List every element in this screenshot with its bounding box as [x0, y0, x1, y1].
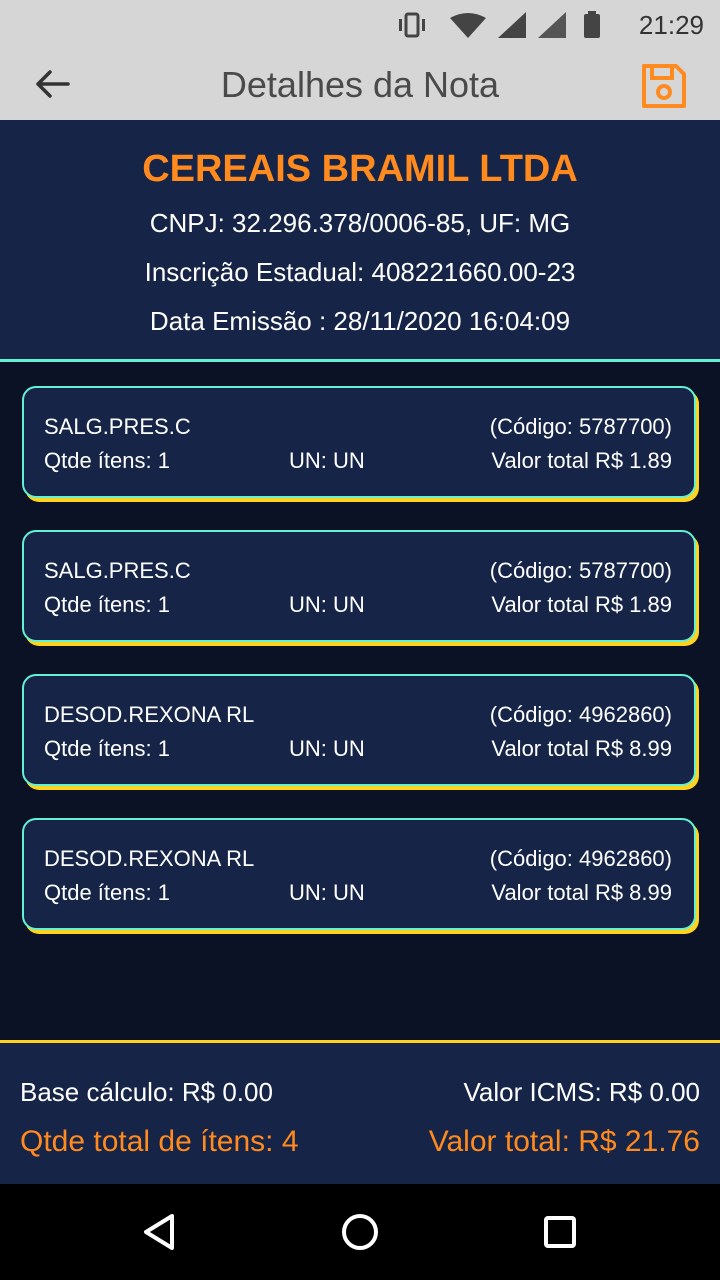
item-quantity: Qtde ítens: 1 [44, 880, 170, 905]
navigation-bar [0, 1184, 720, 1280]
item-total: Valor total R$ 8.99 [491, 880, 672, 905]
nav-recents-button[interactable] [536, 1208, 584, 1256]
signal-icon [498, 12, 526, 38]
home-circle-icon [342, 1214, 378, 1250]
list-item[interactable]: DESOD.REXONA RL (Código: 4962860) Qtde í… [22, 818, 696, 930]
nav-home-button[interactable] [336, 1208, 384, 1256]
total-value: Valor total: R$ 21.76 [428, 1125, 700, 1158]
invoice-header: CEREAIS BRAMIL LTDA CNPJ: 32.296.378/000… [0, 120, 720, 362]
items-list: SALG.PRES.C (Código: 5787700) Qtde ítens… [22, 386, 698, 962]
item-name: SALG.PRES.C [44, 558, 191, 583]
item-unit: UN: UN [289, 736, 365, 761]
nav-back-button[interactable] [136, 1208, 184, 1256]
item-code: (Código: 4962860) [489, 702, 672, 727]
page-title: Detalhes da Nota [220, 64, 500, 105]
app-bar: Detalhes da Nota [0, 48, 720, 120]
totals-footer: Base cálculo: R$ 0.00 Valor ICMS: R$ 0.0… [0, 1040, 720, 1184]
wifi-icon [450, 13, 486, 38]
item-quantity: Qtde ítens: 1 [44, 592, 170, 617]
item-code: (Código: 5787700) [489, 558, 672, 583]
emission-date-line: Data Emissão : 28/11/2020 16:04:09 [149, 306, 571, 336]
list-item[interactable]: SALG.PRES.C (Código: 5787700) Qtde ítens… [22, 386, 696, 498]
status-time: 21:29 [638, 10, 704, 40]
item-name: SALG.PRES.C [44, 414, 191, 439]
item-quantity: Qtde ítens: 1 [44, 448, 170, 473]
floppy-disk-icon [642, 64, 686, 108]
base-calculation: Base cálculo: R$ 0.00 [20, 1077, 273, 1107]
item-total: Valor total R$ 8.99 [491, 736, 672, 761]
status-icons [399, 11, 600, 38]
save-button[interactable] [638, 60, 690, 112]
item-unit: UN: UN [289, 592, 365, 617]
item-unit: UN: UN [289, 880, 365, 905]
item-code: (Código: 5787700) [489, 414, 672, 439]
total-quantity: Qtde total de ítens: 4 [20, 1125, 299, 1158]
list-item[interactable]: DESOD.REXONA RL (Código: 4962860) Qtde í… [22, 674, 696, 786]
recents-square-icon [544, 1216, 576, 1248]
item-name: DESOD.REXONA RL [44, 702, 255, 727]
icms-value: Valor ICMS: R$ 0.00 [463, 1077, 700, 1107]
status-bar: 21:29 [0, 0, 720, 48]
vibrate-icon [399, 12, 425, 38]
battery-icon [584, 11, 600, 38]
item-quantity: Qtde ítens: 1 [44, 736, 170, 761]
item-name: DESOD.REXONA RL [44, 846, 255, 871]
state-registration-line: Inscrição Estadual: 408221660.00-23 [144, 257, 576, 287]
item-total: Valor total R$ 1.89 [491, 592, 672, 617]
item-total: Valor total R$ 1.89 [491, 448, 672, 473]
cnpj-line: CNPJ: 32.296.378/0006-85, UF: MG [149, 208, 571, 238]
list-item[interactable]: SALG.PRES.C (Código: 5787700) Qtde ítens… [22, 530, 696, 642]
back-triangle-icon [144, 1214, 174, 1250]
signal-icon [538, 12, 566, 38]
item-code: (Código: 4962860) [489, 846, 672, 871]
item-unit: UN: UN [289, 448, 365, 473]
company-name: CEREAIS BRAMIL LTDA [142, 148, 578, 190]
